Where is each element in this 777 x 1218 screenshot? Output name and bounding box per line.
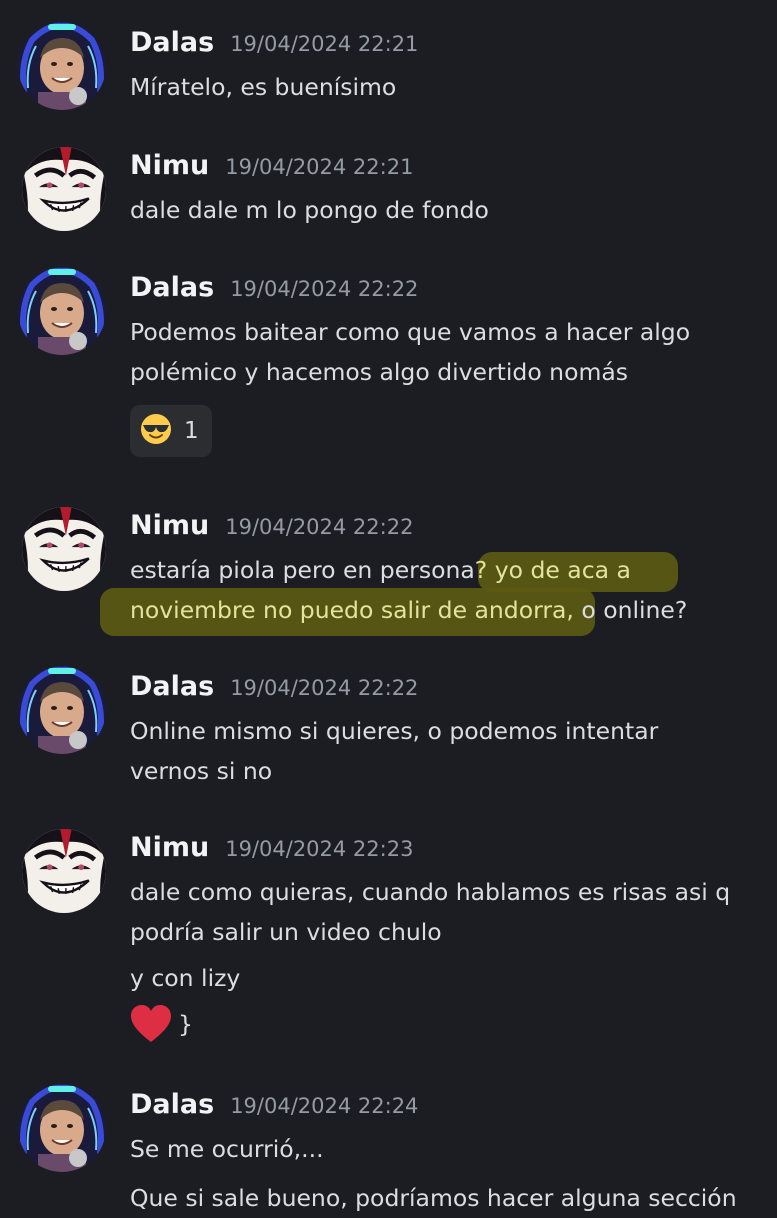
highlighted-text: noviembre no puedo salir de andorra, [130,596,574,624]
highlighted-text: ? yo de aca a [474,556,631,584]
author-name[interactable]: Dalas [130,1089,214,1120]
message-text-line-2: vernos si no [130,757,273,785]
author-name[interactable]: Dalas [130,272,214,303]
message-text-line-2: polémico y hacemos algo divertido nomás [130,358,628,386]
message-header: Nimu 19/04/2024 22:23 [130,832,413,872]
message-text-line-1: dale como quieras, cuando hablamos es ri… [130,878,731,906]
timestamp: 19/04/2024 22:22 [230,277,419,301]
reaction-count: 1 [184,418,199,444]
author-name[interactable]: Nimu [130,832,209,863]
followup-heart-message: } [130,1004,193,1044]
timestamp: 19/04/2024 22:24 [230,1094,419,1118]
message-text-line-1: Podemos baitear como que vamos a hacer a… [130,318,691,346]
text-segment: o online? [573,596,688,624]
avatar-dalas[interactable] [18,22,106,110]
message-text-line-1: estaría piola pero en persona? yo de aca… [130,550,631,590]
message-text: Míratelo, es buenísimo [130,73,397,101]
avatar-nimu[interactable] [22,829,106,913]
avatar-dalas[interactable] [18,267,106,355]
reaction-button[interactable]: 1 [130,405,212,457]
timestamp: 19/04/2024 22:22 [230,676,419,700]
message-header: Dalas 19/04/2024 22:22 [130,671,418,711]
message-header: Dalas 19/04/2024 22:24 [130,1089,418,1129]
avatar-dalas[interactable] [18,1084,106,1172]
author-name[interactable]: Dalas [130,671,214,702]
timestamp: 19/04/2024 22:21 [230,32,419,56]
message-text-line-1: Se me ocurrió,... [130,1135,324,1163]
avatar-nimu[interactable] [22,147,106,231]
message-text-line-2: Que si sale bueno, podríamos hacer algun… [130,1184,737,1212]
author-name[interactable]: Dalas [130,27,214,58]
message-text-line-2: podría salir un video chulo [130,918,442,946]
text-segment: } [178,1010,193,1038]
message-header: Dalas 19/04/2024 22:21 [130,27,418,67]
message-header: Nimu 19/04/2024 22:21 [130,150,413,190]
timestamp: 19/04/2024 22:22 [225,515,414,539]
avatar-nimu[interactable] [22,507,106,591]
message-text: dale dale m lo pongo de fondo [130,196,489,224]
message-text-line-2: noviembre no puedo salir de andorra, o o… [130,590,687,630]
followup-message: y con lizy [130,964,241,992]
author-name[interactable]: Nimu [130,510,209,541]
avatar-dalas[interactable] [18,666,106,754]
text-segment: estaría piola pero en persona [130,556,475,584]
author-name[interactable]: Nimu [130,150,209,181]
message-text-line-1: Online mismo si quieres, o podemos inten… [130,717,659,745]
timestamp: 19/04/2024 22:23 [225,837,414,861]
message-header: Dalas 19/04/2024 22:22 [130,272,418,312]
sunglasses-emoji-icon [140,413,172,449]
timestamp: 19/04/2024 22:21 [225,155,414,179]
red-heart-icon [130,1004,172,1044]
message-header: Nimu 19/04/2024 22:22 [130,510,413,550]
